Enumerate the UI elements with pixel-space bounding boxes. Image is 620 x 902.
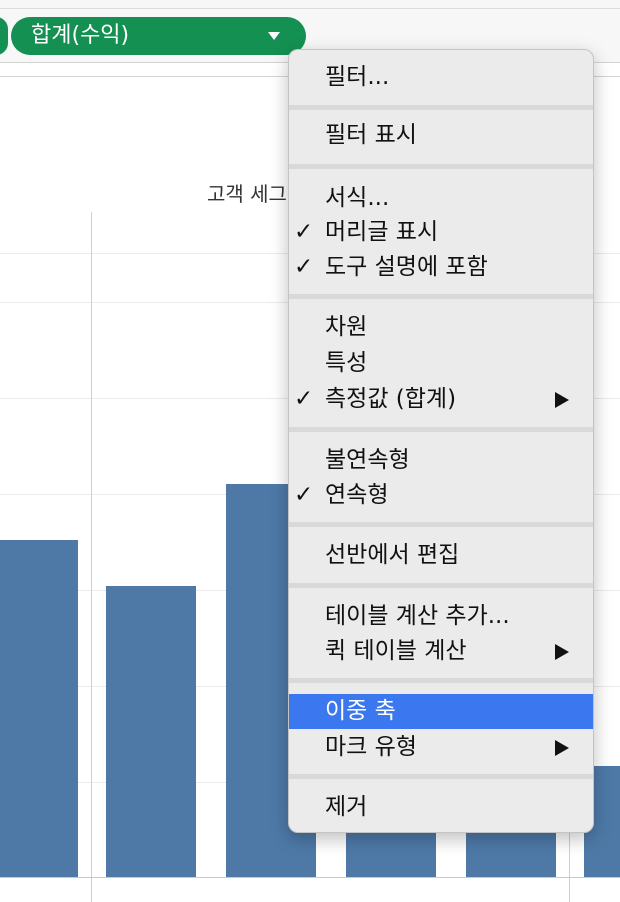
- menu-item-label: 필터...: [325, 64, 390, 90]
- submenu-arrow-icon: [555, 740, 569, 756]
- bar-mark[interactable]: [106, 586, 196, 877]
- menu-item-label: 차원: [325, 314, 368, 340]
- menu-item-filter[interactable]: 필터...: [289, 60, 593, 95]
- menu-item-attribute[interactable]: 특성: [289, 346, 593, 381]
- submenu-arrow-icon: [555, 644, 569, 660]
- menu-item-dimension[interactable]: 차원: [289, 310, 593, 345]
- checkmark-icon: ✓: [294, 386, 314, 412]
- menu-item-mark-type[interactable]: 마크 유형: [289, 730, 593, 765]
- menu-item-label: 특성: [325, 350, 368, 376]
- menu-item-label: 퀵 테이블 계산: [325, 638, 467, 664]
- menu-item-measure-sum[interactable]: ✓ 측정값 (합계): [289, 382, 593, 417]
- menu-item-remove[interactable]: 제거: [289, 790, 593, 825]
- menu-item-add-table-calc[interactable]: 테이블 계산 추가...: [289, 599, 593, 634]
- bar-mark[interactable]: [0, 540, 78, 877]
- measure-pill-sum-profit[interactable]: 합계(수익): [11, 17, 306, 55]
- menu-item-label: 불연속형: [325, 447, 410, 473]
- menu-separator: [289, 427, 593, 432]
- menu-item-continuous[interactable]: ✓ 연속형: [289, 478, 593, 513]
- menu-separator: [289, 678, 593, 683]
- axis-baseline: [0, 877, 620, 878]
- menu-separator: [289, 105, 593, 110]
- checkmark-icon: ✓: [294, 482, 314, 508]
- menu-item-label: 마크 유형: [325, 734, 417, 760]
- menu-item-label: 서식...: [325, 185, 390, 211]
- menu-item-label: 제거: [325, 794, 368, 820]
- column-header: 고객 세그: [207, 182, 287, 206]
- menu-item-label: 테이블 계산 추가...: [325, 603, 510, 629]
- menu-separator: [289, 294, 593, 299]
- previous-pill[interactable]: [0, 17, 8, 55]
- menu-item-label: 연속형: [325, 482, 389, 508]
- menu-item-quick-table-calc[interactable]: 퀵 테이블 계산: [289, 634, 593, 669]
- menu-item-label: 도구 설명에 포함: [325, 254, 488, 280]
- menu-separator: [289, 522, 593, 527]
- menu-separator: [289, 583, 593, 588]
- menu-item-label: 선반에서 편집: [325, 542, 460, 568]
- menu-item-show-header[interactable]: ✓ 머리글 표시: [289, 215, 593, 250]
- menu-item-include-tooltip[interactable]: ✓ 도구 설명에 포함: [289, 250, 593, 285]
- chevron-down-icon[interactable]: [268, 32, 280, 40]
- menu-item-show-filter[interactable]: 필터 표시: [289, 118, 593, 153]
- pane-divider: [91, 212, 92, 902]
- menu-item-label: 측정값 (합계): [325, 386, 457, 412]
- menu-item-label: 머리글 표시: [325, 219, 439, 245]
- menu-item-label: 필터 표시: [325, 122, 417, 148]
- menu-separator: [289, 774, 593, 779]
- pill-context-menu: 필터... 필터 표시 서식... ✓ 머리글 표시 ✓ 도구 설명에 포함 차…: [288, 49, 594, 833]
- menu-item-format[interactable]: 서식...: [289, 181, 593, 216]
- menu-item-dual-axis[interactable]: 이중 축: [289, 694, 593, 729]
- checkmark-icon: ✓: [294, 219, 314, 245]
- pill-label: 합계(수익): [31, 23, 130, 48]
- menu-item-edit-in-shelf[interactable]: 선반에서 편집: [289, 538, 593, 573]
- menu-item-label: 이중 축: [325, 698, 396, 724]
- checkmark-icon: ✓: [294, 254, 314, 280]
- menu-item-discrete[interactable]: 불연속형: [289, 443, 593, 478]
- menu-separator: [289, 164, 593, 169]
- shelf-divider: [0, 8, 620, 9]
- submenu-arrow-icon: [555, 392, 569, 408]
